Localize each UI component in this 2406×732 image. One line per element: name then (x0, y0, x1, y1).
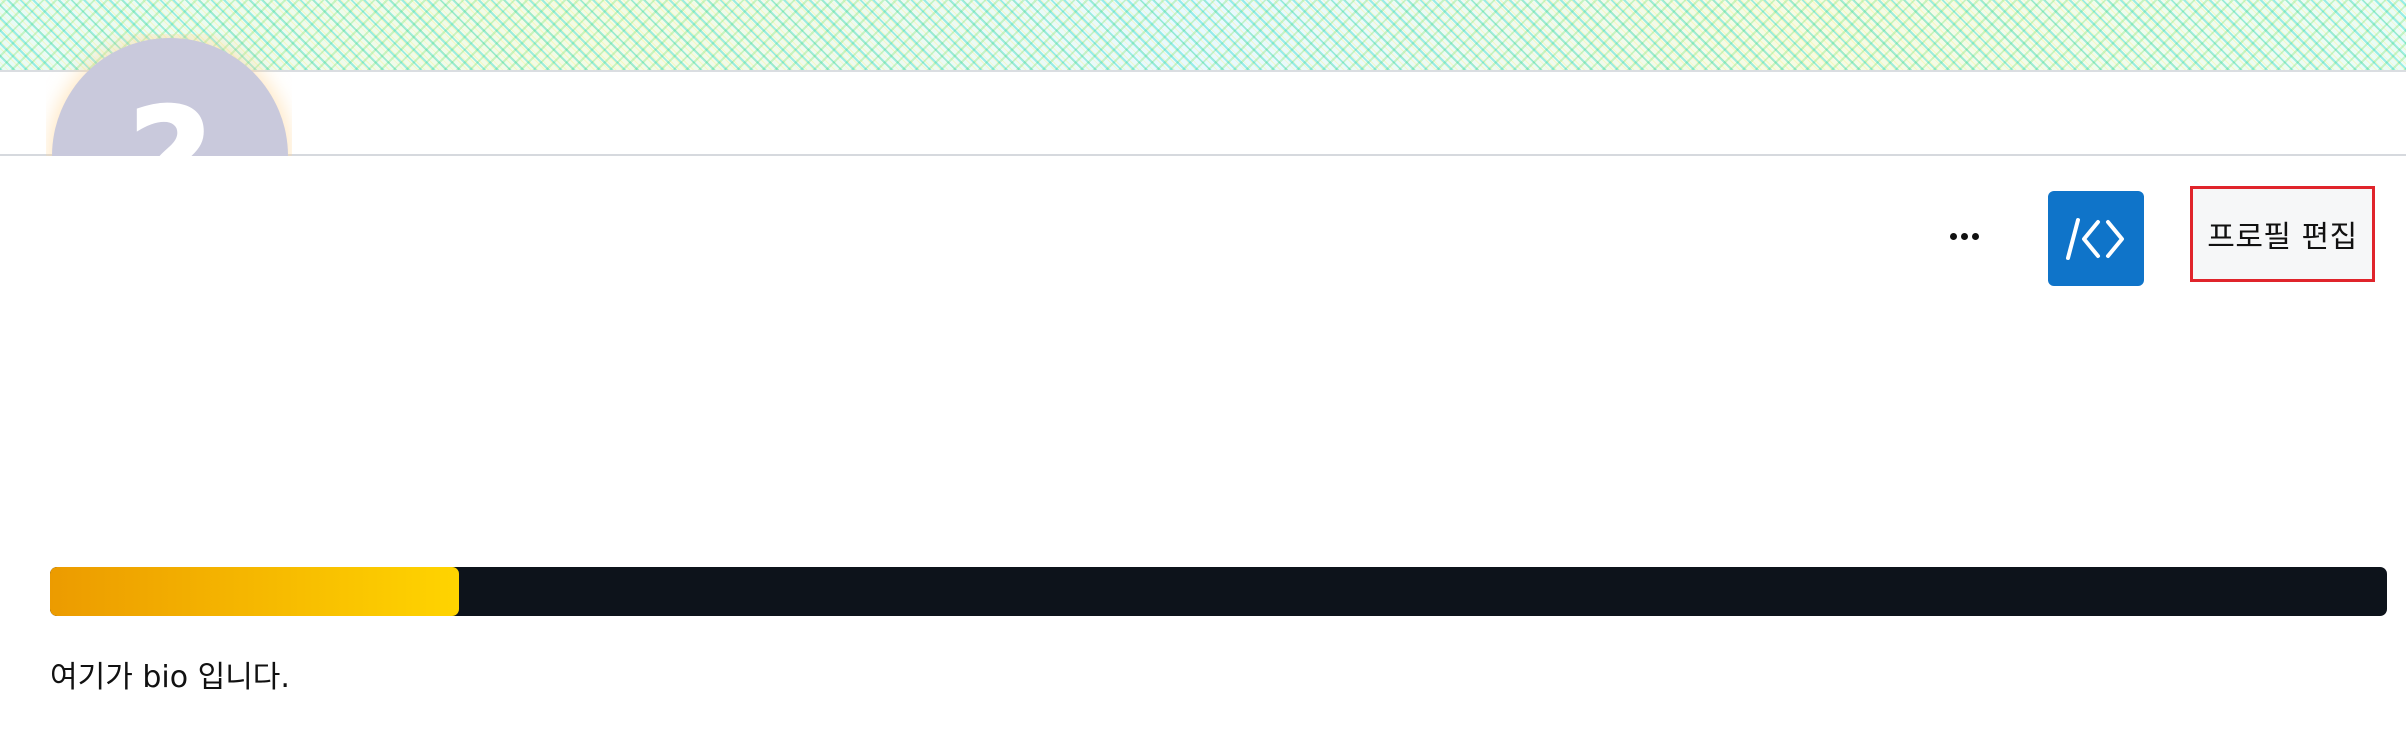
level-progress-bar (50, 567, 2387, 616)
edit-profile-button[interactable]: 프로필 편집 (2190, 186, 2375, 282)
avatar[interactable]: ? (52, 38, 288, 156)
profile-banner (0, 0, 2406, 70)
code-view-button[interactable] (2048, 191, 2144, 286)
more-options-button[interactable] (1940, 212, 1988, 260)
avatar-placeholder-glyph: ? (126, 88, 213, 156)
level-progress-fill (50, 567, 459, 616)
edit-profile-label: 프로필 편집 (2207, 220, 2358, 255)
avatar-container[interactable]: ? (46, 34, 292, 156)
profile-bio: 여기가 bio 입니다. (50, 660, 290, 695)
code-brackets-icon (2066, 217, 2124, 260)
level-label-container (50, 536, 250, 546)
profile-header-strip (0, 72, 2406, 154)
header-divider (0, 154, 2406, 156)
more-horizontal-icon (1949, 232, 1979, 240)
profile-page: ? 프로필 편집 여기가 bio 입니다. (0, 0, 2406, 732)
